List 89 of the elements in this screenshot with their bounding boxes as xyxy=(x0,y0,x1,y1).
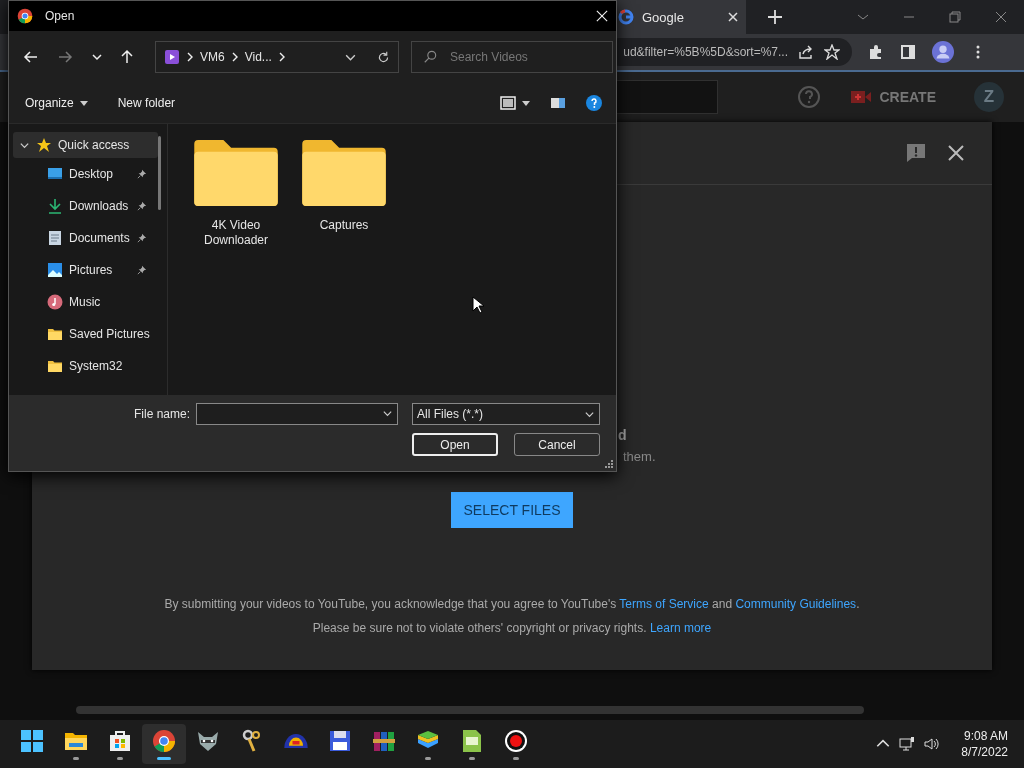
scrollbar[interactable] xyxy=(158,136,161,210)
browser-icon xyxy=(152,728,176,753)
caret-down-icon xyxy=(79,100,88,106)
record-icon xyxy=(504,728,528,753)
folder-icon xyxy=(47,326,63,342)
folder-item[interactable]: 4K Video Downloader xyxy=(190,140,282,248)
path-segment[interactable]: VM6 xyxy=(200,50,225,64)
g-logo-icon xyxy=(618,9,634,25)
running-indicator xyxy=(513,756,519,760)
shopping-bag-icon xyxy=(108,728,132,753)
address-field[interactable]: VM6 Vid... xyxy=(155,41,399,73)
caret-down-icon[interactable] xyxy=(522,100,530,106)
music-note-icon xyxy=(47,294,63,310)
dialog-title: Open xyxy=(45,9,75,23)
preview-pane-icon[interactable] xyxy=(550,95,566,111)
taskbar-button[interactable] xyxy=(142,724,186,764)
chevron-down-icon[interactable] xyxy=(382,408,393,419)
close-icon[interactable] xyxy=(946,143,966,163)
clock[interactable]: 9:08 AM 8/7/2022 xyxy=(961,728,1008,760)
running-indicator xyxy=(157,756,171,760)
create-button[interactable]: CREATE xyxy=(841,80,946,114)
path-segment[interactable]: Vid... xyxy=(244,50,272,64)
file-type-dropdown[interactable]: All Files (*.*) xyxy=(412,403,600,425)
star-icon[interactable] xyxy=(824,44,840,60)
cancel-button[interactable]: Cancel xyxy=(514,433,600,456)
network-icon[interactable] xyxy=(899,736,916,752)
terms-notice: By submitting your videos to YouTube, you acknowledge that you agree to YouTube's Terms of Service and Community Guidelines. xyxy=(164,596,860,613)
star-icon xyxy=(36,137,52,153)
open-button[interactable]: Open xyxy=(412,433,498,456)
start-icon xyxy=(20,728,44,753)
chevron-right-icon xyxy=(230,52,239,62)
search-field[interactable]: Search Videos xyxy=(411,41,613,73)
scrollbar[interactable] xyxy=(76,706,864,714)
view-icon[interactable] xyxy=(500,95,516,111)
chevron-right-icon xyxy=(277,52,286,62)
folder-icon xyxy=(302,140,386,206)
running-indicator xyxy=(117,756,123,760)
dome-icon xyxy=(284,733,308,748)
refresh-icon[interactable] xyxy=(377,50,390,64)
up-arrow-icon[interactable] xyxy=(119,49,135,65)
sidebar-item[interactable]: Music xyxy=(13,286,158,318)
search-icon xyxy=(423,50,437,64)
feedback-icon[interactable] xyxy=(906,143,926,163)
help-icon[interactable] xyxy=(586,95,602,111)
chevron-right-icon xyxy=(186,52,194,62)
sidebar-item[interactable]: Downloads xyxy=(13,190,158,222)
time-text: 9:08 AM xyxy=(963,728,1008,744)
sidebar-item[interactable]: Desktop xyxy=(13,158,158,190)
upload-heading: d xyxy=(618,427,628,443)
new-folder-button[interactable]: New folder xyxy=(111,92,182,114)
puzzle-piece-icon[interactable] xyxy=(868,44,884,60)
profile-avatar-icon[interactable] xyxy=(932,41,954,63)
file-name-label: File name: xyxy=(133,407,190,421)
picture-icon xyxy=(47,262,63,278)
date-text: 8/7/2022 xyxy=(961,744,1008,760)
video-folder-icon xyxy=(164,49,180,65)
plus-icon[interactable] xyxy=(768,10,782,24)
organize-button[interactable]: Organize xyxy=(19,92,94,114)
restore-icon[interactable] xyxy=(948,10,962,24)
browser-icon xyxy=(17,8,33,24)
learn-more-link[interactable]: Learn more xyxy=(649,621,712,635)
folder-icon xyxy=(47,358,63,374)
sidebar-item[interactable]: Quick access xyxy=(13,132,158,158)
privacy-notice: Please be sure not to violate others' copyright or privacy rights. Learn more xyxy=(312,620,712,637)
file-name-field[interactable] xyxy=(196,403,398,425)
mouse-cursor-icon xyxy=(472,296,484,314)
sidebar-item[interactable]: Pictures xyxy=(13,254,158,286)
speaker-icon[interactable] xyxy=(923,736,940,752)
running-indicator xyxy=(469,756,475,760)
terms-link[interactable]: Terms of Service xyxy=(619,597,709,611)
sidebar-item[interactable]: Saved Pictures xyxy=(13,318,158,350)
share-icon[interactable] xyxy=(798,44,814,60)
resize-grip-icon[interactable] xyxy=(605,460,613,468)
desktop-icon xyxy=(47,166,63,182)
side-panel-icon[interactable] xyxy=(900,44,916,60)
video-camera-icon xyxy=(851,90,872,104)
folder-icon xyxy=(194,140,278,206)
file-icon xyxy=(460,728,484,753)
document-icon xyxy=(47,230,63,246)
download-arrow-icon xyxy=(47,198,63,214)
running-indicator xyxy=(425,756,431,760)
folder-item[interactable]: Captures xyxy=(298,140,390,233)
chevron-down-icon[interactable] xyxy=(91,51,103,63)
upload-subtitle: them. xyxy=(622,449,657,464)
sidebar-item[interactable]: Documents xyxy=(13,222,158,254)
running-indicator xyxy=(73,756,79,760)
back-arrow-icon[interactable] xyxy=(23,49,39,65)
sidebar-item[interactable]: System32 xyxy=(13,350,158,382)
select-files-button[interactable]: SELECT FILES xyxy=(451,492,573,528)
